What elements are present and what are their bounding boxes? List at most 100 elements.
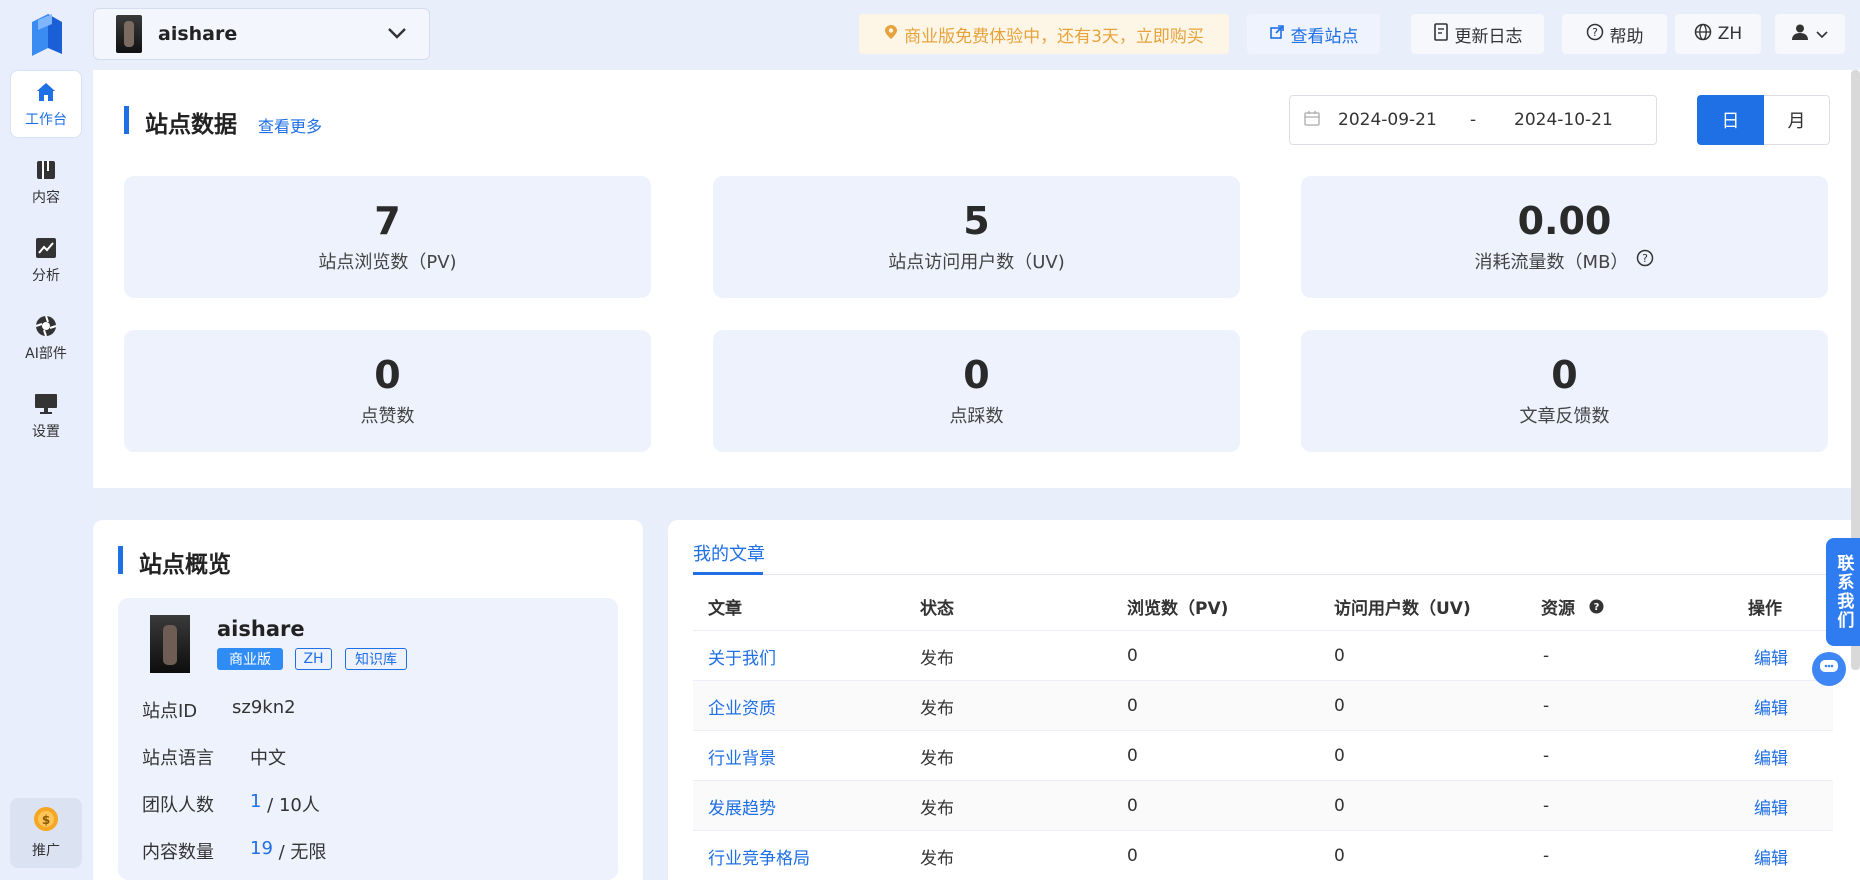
sidebar-item-analysis[interactable]: 分析: [10, 226, 82, 294]
team-size-used: 1: [250, 791, 262, 812]
date-start[interactable]: 2024-09-21: [1338, 110, 1458, 130]
user-icon: [1791, 23, 1809, 46]
date-range-picker[interactable]: 2024-09-21 - 2024-10-21: [1289, 95, 1657, 145]
document-icon: [1433, 22, 1449, 46]
svg-text:?: ?: [1592, 26, 1598, 39]
promo-banner[interactable]: 商业版免费体验中，还有3天，立即购买: [859, 14, 1229, 54]
team-size-row: 团队人数 1 / 10人: [142, 791, 320, 817]
chat-bubble-icon: [1819, 658, 1839, 681]
contact-us-button[interactable]: 联系我们: [1826, 538, 1860, 646]
promo-text: 商业版免费体验中，还有3天，立即购买: [904, 26, 1204, 47]
article-resource: -: [1543, 846, 1550, 866]
sidebar-item-ai-widgets[interactable]: AI部件: [10, 304, 82, 372]
sidebar-item-label: AI部件: [25, 346, 67, 362]
article-resource: -: [1543, 796, 1550, 816]
site-name: aishare: [158, 23, 238, 45]
article-title-link[interactable]: 企业资质: [708, 681, 776, 731]
view-site-button[interactable]: 查看站点: [1247, 14, 1380, 54]
help-label: 帮助: [1609, 26, 1644, 47]
svg-text:?: ?: [1594, 602, 1600, 613]
article-title-link[interactable]: 发展趋势: [708, 781, 776, 831]
article-uv: 0: [1334, 846, 1345, 866]
article-uv: 0: [1334, 646, 1345, 666]
article-status: 发布: [920, 698, 954, 719]
article-title-link[interactable]: 行业背景: [708, 731, 776, 781]
sidebar-item-label: 工作台: [25, 112, 67, 128]
table-header: 文章 状态 浏览数（PV) 访问用户数（UV) 资源 ? 操作: [693, 581, 1833, 631]
site-id-row: 站点ID sz9kn2: [142, 697, 296, 723]
stat-label: 站点浏览数（PV): [318, 251, 457, 273]
column-header: 访问用户数（UV): [1334, 598, 1471, 619]
column-header: 状态: [920, 598, 954, 619]
monitor-icon: [33, 391, 59, 417]
overview-site-name: aishare: [217, 617, 305, 641]
edit-button[interactable]: 编辑: [1754, 831, 1788, 880]
stat-label: 点踩数: [949, 405, 1004, 427]
globe-icon: [1694, 23, 1712, 46]
article-title-link[interactable]: 行业竞争格局: [708, 831, 810, 880]
article-resource: -: [1543, 696, 1550, 716]
sidebar-item-content[interactable]: 内容: [10, 148, 82, 216]
table-row: 行业竞争格局 发布 0 0 - 编辑: [693, 831, 1833, 880]
period-day-button[interactable]: 日: [1697, 95, 1764, 145]
stat-card-likes: 0 点赞数: [124, 330, 651, 452]
location-pin-icon: [884, 24, 898, 45]
sidebar-item-workbench[interactable]: 工作台: [10, 70, 82, 138]
svg-text:$: $: [42, 813, 50, 827]
stat-label: 消耗流量数（MB）: [1474, 251, 1629, 273]
plan-badge: 商业版: [217, 648, 283, 670]
coin-icon: $: [33, 806, 59, 836]
article-resource: -: [1543, 646, 1550, 666]
table-row: 行业背景 发布 0 0 - 编辑: [693, 731, 1833, 781]
tab-my-articles[interactable]: 我的文章: [693, 540, 765, 566]
site-selector[interactable]: aishare: [93, 8, 430, 60]
edit-button[interactable]: 编辑: [1754, 731, 1788, 781]
sidebar: 工作台 内容 分析 AI部件 设置 $ 推广: [0, 0, 93, 880]
chevron-down-icon: [387, 24, 407, 44]
language-badge: ZH: [295, 648, 332, 670]
article-resource: -: [1543, 746, 1550, 766]
tab-divider: [693, 574, 1833, 575]
stat-value: 0: [963, 353, 990, 398]
content-count-row: 内容数量 19 / 无限: [142, 838, 326, 864]
stat-value: 0: [374, 353, 401, 398]
edit-button[interactable]: 编辑: [1754, 631, 1788, 681]
table-row: 企业资质 发布 0 0 - 编辑: [693, 681, 1833, 731]
chart-line-icon: [33, 235, 59, 261]
sidebar-item-settings[interactable]: 设置: [10, 382, 82, 450]
content-count-total: / 无限: [272, 842, 327, 863]
help-circle-icon[interactable]: ?: [1589, 581, 1604, 631]
article-pv: 0: [1127, 746, 1138, 766]
article-pv: 0: [1127, 696, 1138, 716]
date-end[interactable]: 2024-10-21: [1514, 110, 1613, 130]
article-status: 发布: [920, 748, 954, 769]
period-month-button[interactable]: 月: [1764, 95, 1830, 145]
stat-label: 点赞数: [360, 405, 415, 427]
svg-text:?: ?: [1643, 252, 1649, 265]
help-circle-icon: ?: [1586, 23, 1604, 46]
section-title-bar: [124, 106, 129, 134]
help-button[interactable]: ? 帮助: [1562, 14, 1667, 54]
external-link-icon: [1269, 24, 1285, 45]
edit-button[interactable]: 编辑: [1754, 681, 1788, 731]
view-more-link[interactable]: 查看更多: [258, 113, 322, 137]
content-count-used: 19: [250, 838, 273, 859]
stat-value: 0: [1551, 353, 1578, 398]
site-thumbnail: [116, 15, 142, 53]
user-menu-button[interactable]: [1775, 14, 1845, 54]
stat-card-traffic: 0.00 消耗流量数（MB） ?: [1301, 176, 1828, 298]
chat-button[interactable]: [1812, 652, 1846, 686]
promote-button[interactable]: $ 推广: [10, 798, 82, 868]
calendar-icon: [1304, 110, 1320, 131]
article-pv: 0: [1127, 846, 1138, 866]
help-circle-icon[interactable]: ?: [1636, 249, 1654, 272]
language-button[interactable]: ZH: [1675, 14, 1761, 54]
stat-card-feedback: 0 文章反馈数: [1301, 330, 1828, 452]
changelog-button[interactable]: 更新日志: [1411, 14, 1544, 54]
site-language-row: 站点语言 中文: [142, 744, 286, 770]
stat-card-uv: 5 站点访问用户数（UV): [713, 176, 1240, 298]
edit-button[interactable]: 编辑: [1754, 781, 1788, 831]
article-pv: 0: [1127, 796, 1138, 816]
chevron-down-icon: [1815, 24, 1829, 44]
article-title-link[interactable]: 关于我们: [708, 631, 776, 681]
